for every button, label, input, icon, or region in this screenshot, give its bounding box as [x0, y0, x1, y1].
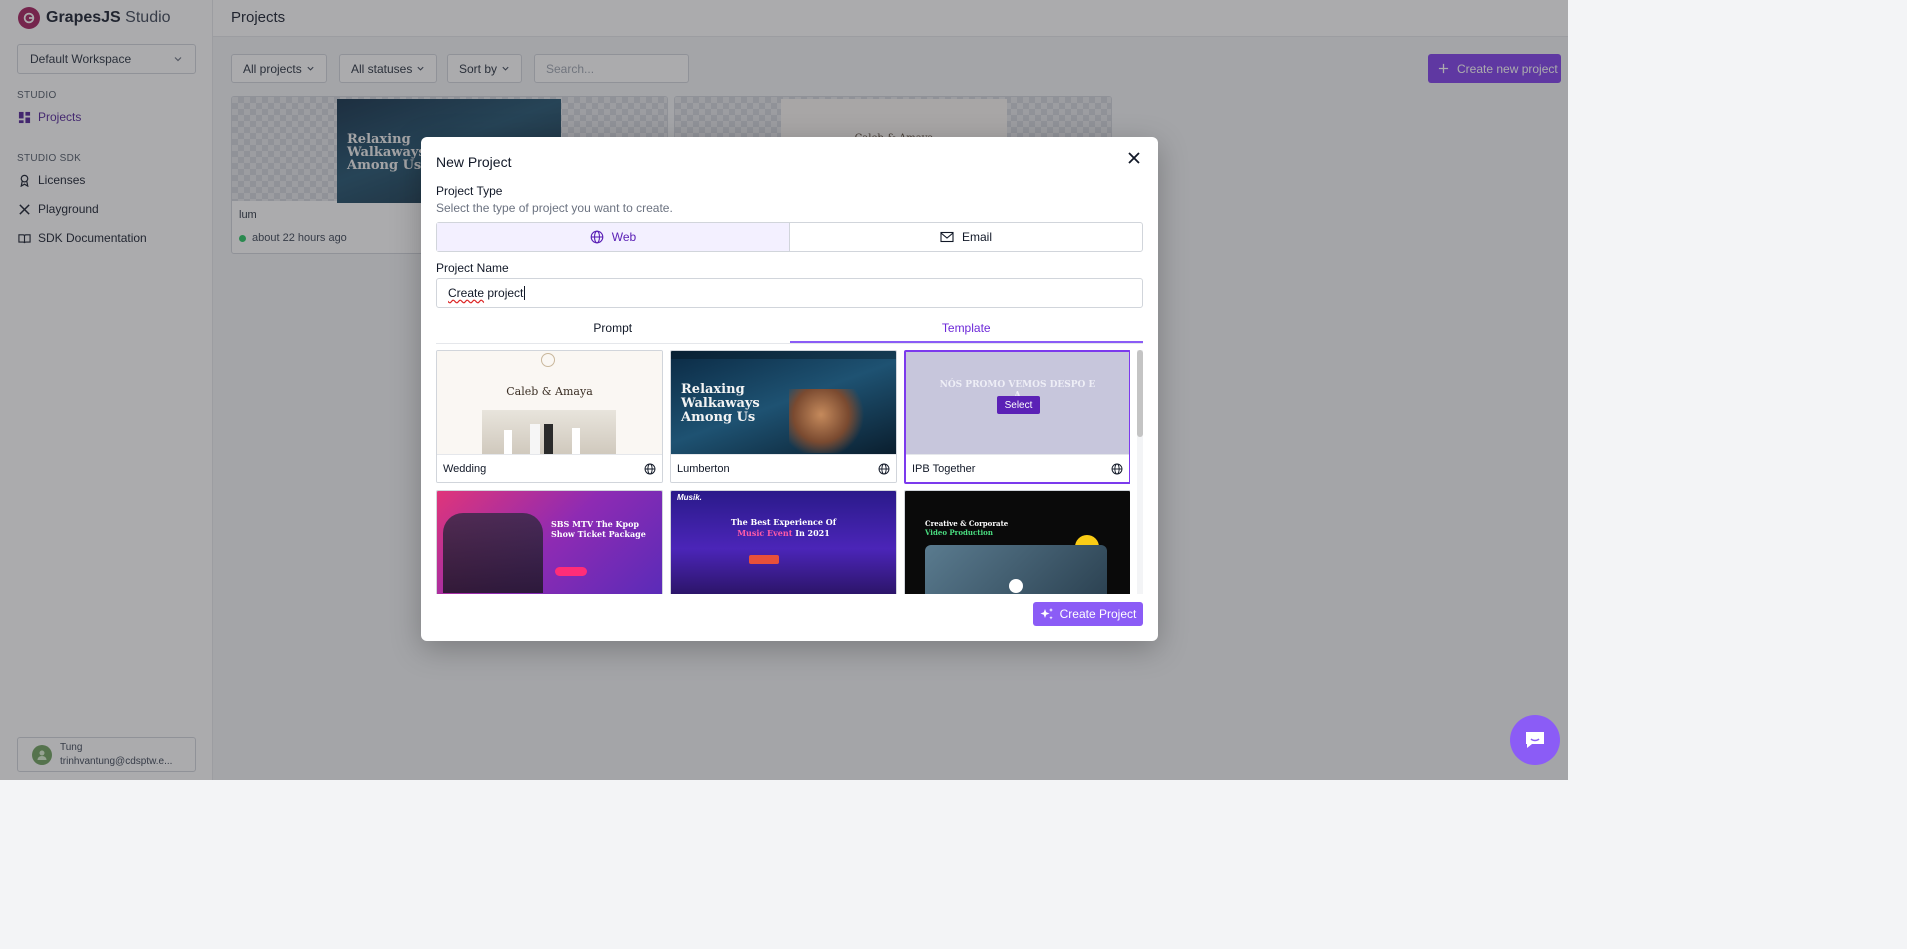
- template-thumbnail: NÓS PROMO VEMOS DESPO E A Select: [906, 352, 1129, 455]
- type-email-label: Email: [961, 230, 992, 244]
- template-name: Lumberton: [677, 462, 730, 475]
- template-heading: SBS MTV The Kpop Show Ticket Package: [551, 519, 646, 539]
- scrollbar-thumb[interactable]: [1137, 350, 1143, 437]
- type-email-option[interactable]: Email: [790, 223, 1142, 251]
- create-project-button[interactable]: Create Project: [1033, 602, 1143, 626]
- template-logo: Musik.: [677, 493, 702, 502]
- template-thumbnail: Creative & Corporate Video Production: [905, 491, 1130, 594]
- template-card-wedding[interactable]: Caleb & Amaya Wedding: [436, 350, 663, 483]
- type-web-option[interactable]: Web: [437, 223, 790, 251]
- template-card-kpop[interactable]: SBS MTV The Kpop Show Ticket Package: [436, 490, 663, 594]
- project-type-label: Project Type: [436, 184, 503, 198]
- template-heading-line2: Video Production: [925, 528, 993, 537]
- template-thumbnail: Relaxing Walkaways Among Us: [671, 351, 896, 454]
- template-scrollbar[interactable]: [1137, 350, 1143, 594]
- template-name: IPB Together: [912, 462, 976, 475]
- project-type-toggle: Web Email: [436, 222, 1143, 252]
- template-card-ipb-together[interactable]: NÓS PROMO VEMOS DESPO E A Select IPB Tog…: [904, 350, 1130, 484]
- cta-button: [749, 555, 779, 564]
- template-heading: Caleb & Amaya: [506, 385, 593, 398]
- tab-prompt[interactable]: Prompt: [436, 318, 790, 343]
- template-footer: Wedding: [437, 454, 662, 482]
- globe-icon: [644, 463, 656, 474]
- close-icon[interactable]: [1126, 150, 1142, 166]
- input-value-word1: Create: [448, 286, 485, 300]
- template-heading: The Best Experience Of: [730, 517, 837, 527]
- project-name-input[interactable]: Create project: [436, 278, 1143, 308]
- sparkles-icon: [1040, 608, 1053, 620]
- video-frame: [925, 545, 1107, 594]
- new-project-modal: New Project Project Type Select the type…: [421, 137, 1158, 641]
- template-footer: Lumberton: [671, 454, 896, 482]
- people-photo: [789, 389, 869, 453]
- template-card-music-event[interactable]: Musik. The Best Experience Of Music Even…: [670, 490, 897, 594]
- globe-icon: [1111, 463, 1123, 474]
- template-heading: Relaxing Walkaways Among Us: [681, 382, 760, 425]
- template-name: Wedding: [443, 462, 487, 475]
- template-thumbnail: Musik. The Best Experience Of Music Even…: [671, 491, 896, 594]
- cta-pill: [555, 567, 587, 576]
- monogram-icon: [541, 353, 555, 367]
- type-web-label: Web: [611, 230, 637, 244]
- globe-icon: [878, 463, 890, 474]
- text-caret: [524, 286, 526, 300]
- mail-icon: [940, 231, 954, 243]
- template-card-video-production[interactable]: Creative & Corporate Video Production: [904, 490, 1130, 594]
- input-value-word2: project: [484, 286, 524, 300]
- template-heading: Creative & Corporate: [925, 519, 1009, 528]
- template-card-lumberton[interactable]: Relaxing Walkaways Among Us Lumberton: [670, 350, 897, 483]
- project-type-description: Select the type of project you want to c…: [436, 201, 673, 215]
- template-footer: IPB Together: [906, 454, 1129, 482]
- wedding-photo: [482, 410, 616, 454]
- chat-bubble-icon: [1526, 732, 1544, 748]
- tab-template[interactable]: Template: [789, 318, 1143, 343]
- globe-icon: [590, 230, 604, 244]
- template-thumbnail: SBS MTV The Kpop Show Ticket Package: [437, 491, 662, 594]
- select-template-button[interactable]: Select: [997, 396, 1040, 414]
- create-project-label: Create Project: [1059, 607, 1137, 621]
- template-grid: Caleb & Amaya Wedding Relaxing Walkaways…: [436, 350, 1130, 594]
- project-name-label: Project Name: [436, 261, 509, 275]
- modal-title: New Project: [436, 154, 512, 170]
- creation-mode-tabs: Prompt Template: [436, 318, 1143, 344]
- chat-widget-button[interactable]: [1510, 715, 1560, 765]
- template-heading-line2: Music Event In 2021: [737, 528, 830, 538]
- template-thumbnail: Caleb & Amaya: [437, 351, 662, 454]
- band-photo: [443, 513, 543, 593]
